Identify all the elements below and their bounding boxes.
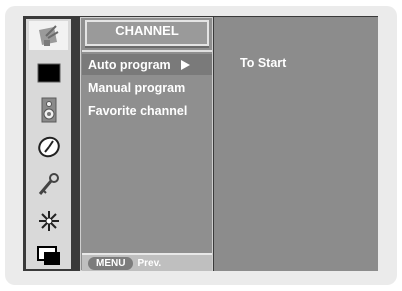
prev-label: Prev. — [137, 257, 162, 269]
menu-title: CHANNEL — [85, 20, 209, 46]
menu-item-auto-program[interactable]: Auto program — [82, 54, 212, 75]
picture-icon[interactable] — [29, 58, 68, 87]
menu-item-favorite-channel[interactable]: Favorite channel — [88, 104, 187, 118]
menu-item-label: Auto program — [88, 57, 171, 72]
arrow-right-icon — [180, 59, 190, 70]
submenu-item-to-start[interactable]: To Start — [240, 56, 286, 70]
antenna-icon[interactable] — [29, 21, 68, 50]
footer-bar: MENU Prev. — [82, 253, 212, 271]
menu-title-label: CHANNEL — [115, 22, 179, 38]
key-icon[interactable] — [29, 169, 68, 198]
submenu-panel — [214, 17, 378, 271]
speaker-icon[interactable] — [29, 95, 68, 124]
category-icon-column — [26, 19, 71, 269]
setup-icon[interactable] — [29, 206, 68, 235]
menu-key-button[interactable]: MENU — [88, 256, 134, 270]
menu-item-manual-program[interactable]: Manual program — [88, 81, 185, 95]
pip-icon[interactable] — [29, 241, 68, 270]
menu-divider — [82, 50, 212, 52]
clock-icon[interactable] — [29, 132, 68, 161]
menu-item-label: Favorite channel — [88, 104, 188, 118]
menu-item-label: Manual program — [88, 81, 186, 95]
